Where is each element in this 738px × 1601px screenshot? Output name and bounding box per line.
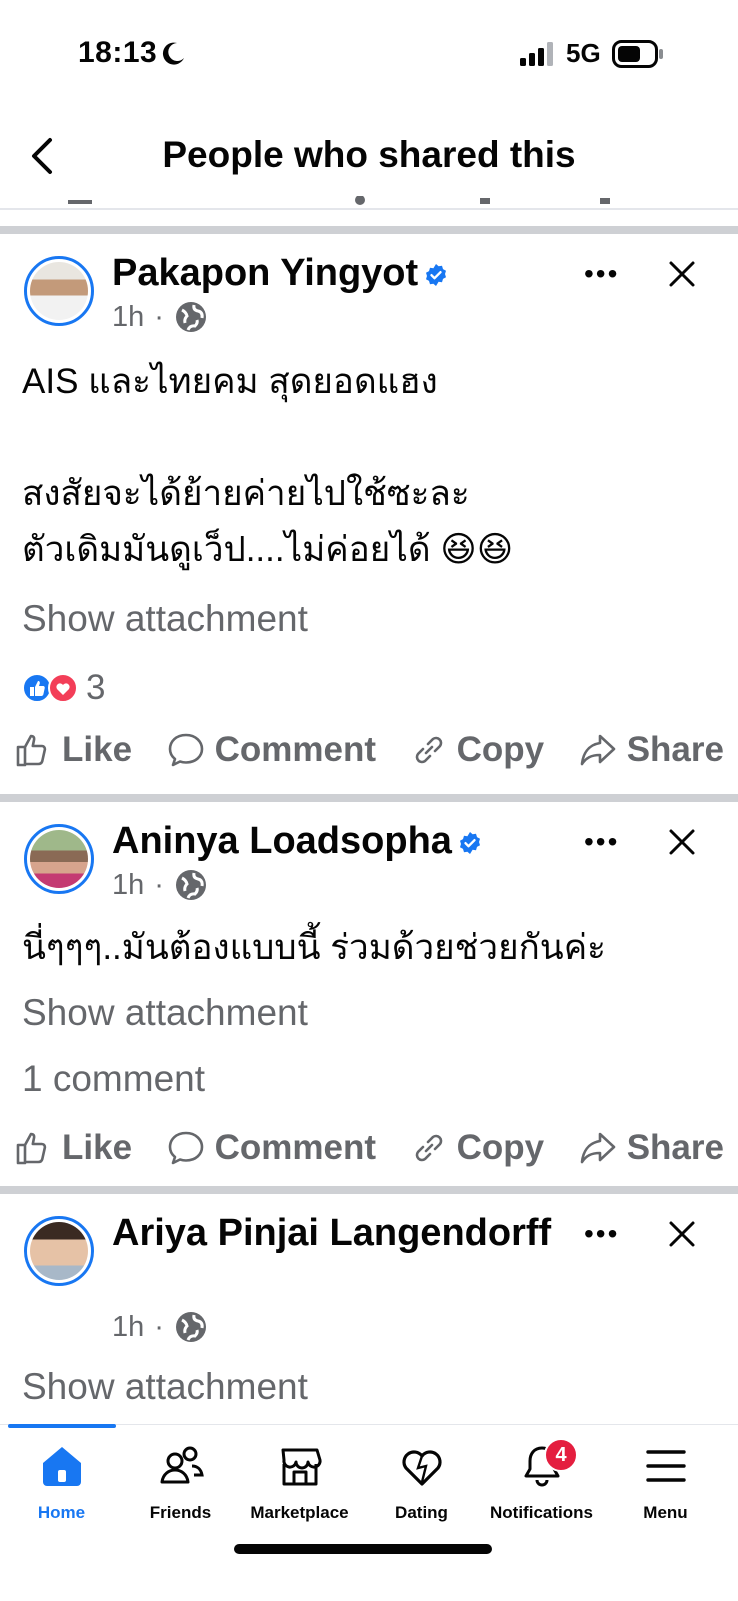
meta-dot: · <box>154 1310 164 1343</box>
share-button[interactable]: Share <box>579 1128 724 1168</box>
post-card: Aninya Loadsopha 1h · ••• นี่ๆๆๆ..มันต้อ… <box>0 802 738 1186</box>
nav-marketplace[interactable]: Marketplace <box>238 1444 361 1523</box>
battery-icon <box>612 40 663 68</box>
notifications-badge: 4 <box>544 1438 578 1472</box>
post-card: Pakapon Yingyot 1h · ••• AIS และไทยคม สุ… <box>0 234 738 794</box>
show-attachment-link[interactable]: Show attachment <box>22 992 308 1034</box>
nav-friends[interactable]: Friends <box>119 1444 242 1523</box>
post-time: 1h <box>112 1310 145 1343</box>
signal-icon <box>520 42 553 66</box>
nav-menu[interactable]: Menu <box>604 1444 727 1523</box>
reaction-count: 3 <box>86 668 106 707</box>
post-meta: 1h · <box>112 300 208 334</box>
share-label: Share <box>626 730 724 769</box>
close-icon[interactable] <box>668 1220 696 1248</box>
comment-icon <box>168 733 203 767</box>
nav-menu-label: Menu <box>643 1503 688 1522</box>
action-bar: Like Comment Copy Share <box>14 1128 724 1168</box>
author-name[interactable]: Aninya Loadsopha <box>112 818 482 864</box>
meta-dot: · <box>154 868 164 901</box>
thumbs-up-icon <box>16 734 47 767</box>
moon-icon <box>162 42 184 65</box>
comment-icon <box>168 1131 203 1165</box>
reaction-summary[interactable]: 3 <box>22 668 105 708</box>
avatar[interactable] <box>24 256 94 326</box>
network-type: 5G <box>566 38 601 68</box>
feed-separator <box>0 226 738 234</box>
post-meta: 1h · <box>112 1310 208 1344</box>
header-divider <box>0 208 738 210</box>
nav-notifications-label: Notifications <box>490 1503 593 1522</box>
like-label: Like <box>62 730 133 769</box>
nav-home-label: Home <box>37 1503 86 1522</box>
verified-icon <box>426 263 447 286</box>
show-attachment-link[interactable]: Show attachment <box>22 1366 308 1408</box>
love-reaction-icon <box>48 673 78 703</box>
share-button[interactable]: Share <box>579 730 724 770</box>
show-attachment-link[interactable]: Show attachment <box>22 598 308 640</box>
status-time: 18:13 <box>78 36 158 69</box>
close-icon[interactable] <box>668 260 696 288</box>
like-label: Like <box>62 1128 133 1167</box>
feed-separator <box>0 794 738 802</box>
post-text: นี่ๆๆๆ..มันต้องแบบนี้ ร่วมด้วยช่วยกันค่ะ <box>22 928 606 967</box>
author-name[interactable]: Pakapon Yingyot <box>112 250 448 296</box>
nav-notifications[interactable]: Notifications <box>480 1444 603 1523</box>
share-label: Share <box>626 1128 724 1167</box>
comment-label: Comment <box>214 730 377 769</box>
friends-icon <box>160 1446 204 1484</box>
post-time: 1h <box>112 300 145 333</box>
globe-icon <box>175 870 206 900</box>
post-text: AIS และไทยคม สุดยอดแฮง สงสัยจะได้ย้ายค่า… <box>22 362 514 569</box>
comment-button[interactable]: Comment <box>167 730 376 770</box>
nav-dating[interactable]: Dating <box>360 1444 483 1523</box>
author-name-text[interactable]: Aninya Loadsopha <box>112 820 452 862</box>
comment-count[interactable]: 1 comment <box>22 1058 205 1100</box>
more-options-icon[interactable]: ••• <box>584 826 619 858</box>
post-meta: 1h · <box>112 868 208 902</box>
post-card: Ariya Pinjai Langendorff 1h · ••• Show a… <box>0 1194 738 1424</box>
copy-label: Copy <box>456 1128 545 1167</box>
comment-label: Comment <box>214 1128 377 1167</box>
close-icon[interactable] <box>668 828 696 856</box>
home-indicator <box>234 1544 492 1554</box>
like-button[interactable]: Like <box>14 730 132 770</box>
scrolled-action-row <box>60 196 680 206</box>
comment-button[interactable]: Comment <box>167 1128 376 1168</box>
nav-home[interactable]: Home <box>0 1444 123 1523</box>
thumbs-up-icon <box>16 1132 47 1165</box>
feed-separator <box>0 1186 738 1194</box>
author-name[interactable]: Ariya Pinjai Langendorff <box>112 1210 552 1256</box>
copy-button[interactable]: Copy <box>411 1128 545 1168</box>
home-icon <box>42 1447 81 1486</box>
author-name-text[interactable]: Pakapon Yingyot <box>112 252 418 294</box>
copy-button[interactable]: Copy <box>411 730 545 770</box>
post-time: 1h <box>112 868 145 901</box>
share-icon <box>580 1132 615 1164</box>
avatar[interactable] <box>24 1216 94 1286</box>
globe-icon <box>175 302 206 332</box>
copy-label: Copy <box>456 730 545 769</box>
marketplace-icon <box>281 1448 322 1486</box>
share-icon <box>580 734 615 766</box>
nav-marketplace-label: Marketplace <box>250 1503 349 1522</box>
dating-icon <box>401 1450 442 1486</box>
meta-dot: · <box>154 300 164 333</box>
avatar[interactable] <box>24 824 94 894</box>
like-button[interactable]: Like <box>14 1128 132 1168</box>
menu-icon <box>645 1450 686 1482</box>
action-bar: Like Comment Copy Share <box>14 730 724 770</box>
nav-friends-label: Friends <box>149 1503 212 1522</box>
active-tab-indicator <box>8 1424 116 1428</box>
more-options-icon[interactable]: ••• <box>584 1218 619 1250</box>
link-icon <box>415 1134 442 1162</box>
nav-dating-label: Dating <box>395 1503 448 1522</box>
more-options-icon[interactable]: ••• <box>584 258 619 290</box>
page-title: People who shared this <box>162 134 576 175</box>
globe-icon <box>175 1312 206 1342</box>
verified-icon <box>459 831 480 854</box>
link-icon <box>415 736 442 764</box>
